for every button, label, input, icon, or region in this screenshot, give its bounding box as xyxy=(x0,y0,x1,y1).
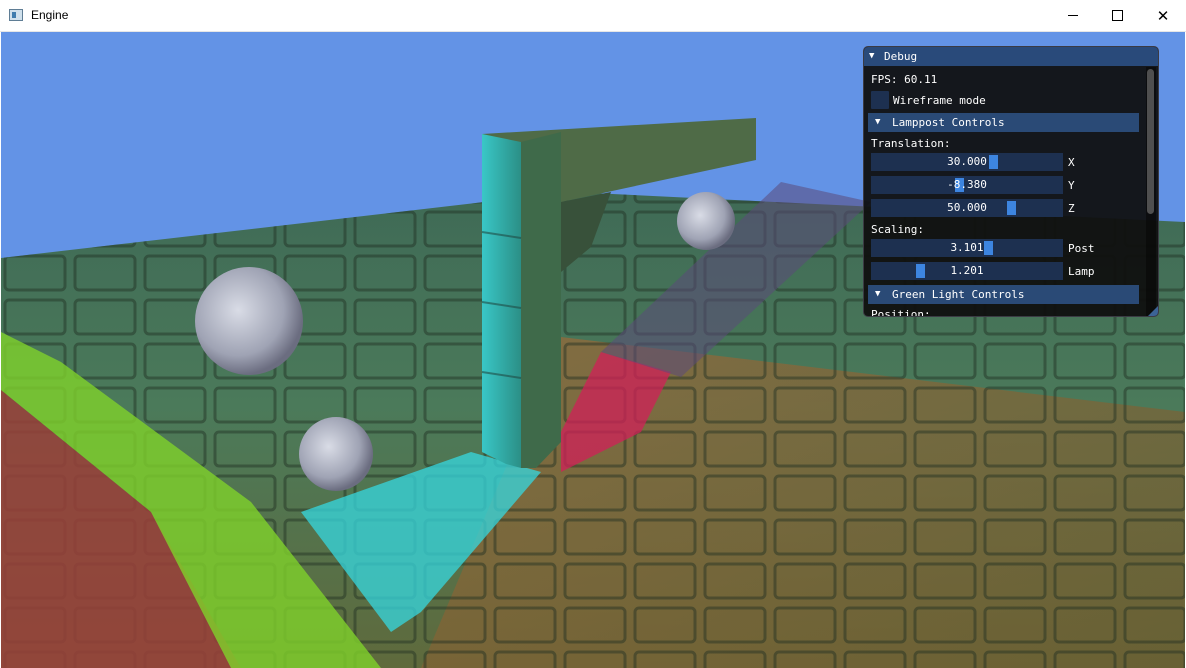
scaling-post-slider[interactable]: 3.101 xyxy=(871,239,1063,257)
close-button[interactable]: ✕ xyxy=(1140,0,1186,31)
maximize-button[interactable] xyxy=(1094,0,1140,31)
title-bar: Engine ✕ xyxy=(0,0,1186,32)
translation-z-slider[interactable]: 50.000 xyxy=(871,199,1063,217)
position-label: Position: xyxy=(871,308,931,317)
scaling-label: Scaling: xyxy=(871,223,924,236)
window-title: Engine xyxy=(31,8,69,22)
collapse-arrow-icon[interactable]: ▼ xyxy=(869,51,874,61)
translation-x-slider[interactable]: 30.000 xyxy=(871,153,1063,171)
debug-scrollbar[interactable] xyxy=(1146,67,1156,316)
lamppost-post-side xyxy=(521,132,561,468)
lamppost-controls-label: Lamppost Controls xyxy=(892,116,1005,129)
scaling-lamp-label: Lamp xyxy=(1068,265,1095,278)
translation-y-label: Y xyxy=(1068,179,1075,192)
debug-title: Debug xyxy=(884,50,918,63)
minimize-button[interactable] xyxy=(1050,0,1096,31)
debug-title-bar[interactable]: ▼ Debug xyxy=(864,47,1158,66)
translation-x-value: 30.000 xyxy=(947,155,987,168)
translation-x-label: X xyxy=(1068,156,1075,169)
scrollbar-thumb[interactable] xyxy=(1147,69,1154,214)
green-light-controls-label: Green Light Controls xyxy=(892,288,1025,301)
app-window-icon xyxy=(9,9,23,21)
lamppost-post-front xyxy=(482,134,521,468)
green-light-controls-header[interactable]: ▼ Green Light Controls xyxy=(868,285,1139,304)
scaling-lamp-slider[interactable]: 1.201 xyxy=(871,262,1063,280)
translation-z-value: 50.000 xyxy=(947,201,987,214)
wireframe-checkbox[interactable] xyxy=(871,91,889,109)
fps-readout: FPS: 60.11 xyxy=(871,73,938,86)
translation-y-slider[interactable]: -8.380 xyxy=(871,176,1063,194)
translation-z-label: Z xyxy=(1068,202,1075,215)
maximize-icon xyxy=(1111,10,1123,21)
close-icon: ✕ xyxy=(1156,6,1170,25)
chevron-down-icon: ▼ xyxy=(875,117,881,127)
stone-sphere-small xyxy=(299,417,373,491)
chevron-down-icon: ▼ xyxy=(875,289,881,299)
scaling-post-label: Post xyxy=(1068,242,1095,255)
minimize-icon xyxy=(1068,15,1078,16)
translation-y-value: -8.380 xyxy=(947,178,987,191)
debug-window[interactable]: ▼ Debug FPS: 60.11 Wireframe mode ▼ Lamp… xyxy=(863,46,1159,317)
stone-sphere-far xyxy=(677,192,735,250)
lamppost-controls-header[interactable]: ▼ Lamppost Controls xyxy=(868,113,1139,132)
scaling-lamp-value: 1.201 xyxy=(950,264,984,277)
stone-sphere-large xyxy=(195,267,303,375)
resize-grip-icon[interactable] xyxy=(1148,306,1158,316)
translation-label: Translation: xyxy=(871,137,951,150)
scaling-post-value: 3.101 xyxy=(950,241,984,254)
wireframe-label: Wireframe mode xyxy=(893,94,986,107)
